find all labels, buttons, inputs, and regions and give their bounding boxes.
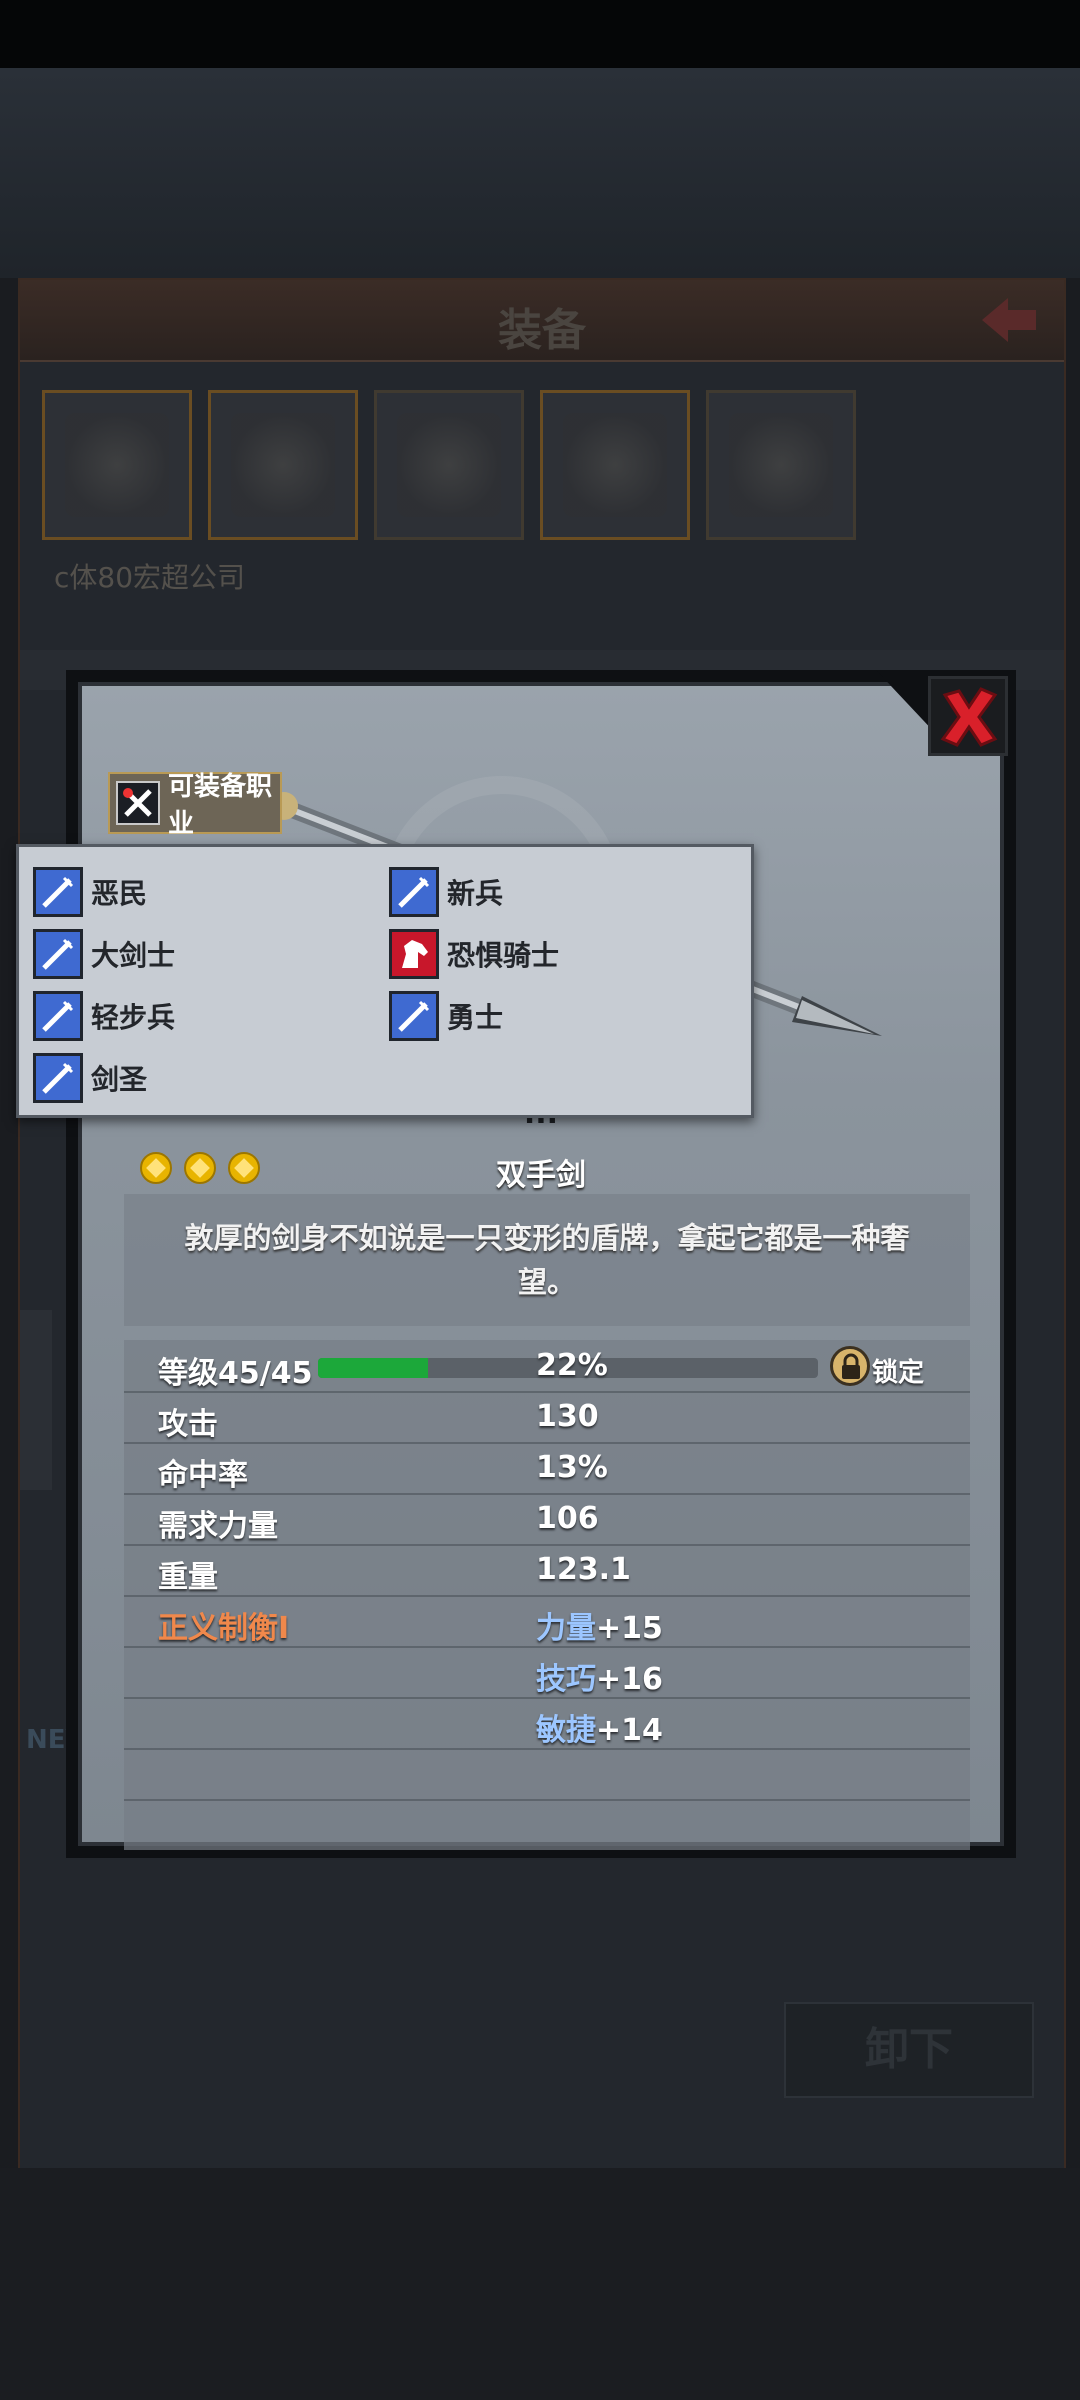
class-name: 轻步兵 [91,1001,176,1034]
equipment-title: 装备 [498,305,586,356]
equipment-slot-weapon[interactable] [42,390,192,540]
set-bonus-value: 技巧+16 [536,1654,663,1698]
class-name: 勇士 [447,1001,504,1034]
equipment-slot-helmet[interactable] [374,390,524,540]
sword-icon [33,929,83,979]
level-label: 等级45/45 [158,1356,313,1391]
class-name: 新兵 [447,877,504,910]
classes-icon [116,781,160,825]
lock-icon[interactable] [830,1346,870,1386]
set-bonus-name: 正义制衡I [158,1611,290,1646]
sword-icon [389,867,439,917]
close-icon [940,687,998,747]
stat-name: 攻击 [158,1407,218,1442]
stat-value: 106 [536,1501,599,1536]
sword-icon [389,991,439,1041]
stat-value: 13% [536,1450,608,1485]
class-name: 恐惧骑士 [447,939,560,972]
class-item: 恐惧骑士 [389,929,559,979]
set-bonus-value: 力量+15 [536,1603,663,1647]
empty-row [124,1748,970,1801]
set-bonus-attr: 力量 [536,1611,596,1646]
equipment-header: 装备 [20,280,1064,362]
set-bonus-attr: 技巧 [536,1662,596,1697]
level-progress-fill [318,1358,428,1378]
item-type: 双手剑 [496,1158,586,1193]
lock-label[interactable]: 锁定 [872,1352,924,1389]
stat-value: 130 [536,1399,599,1434]
level-row: 等级45/45 22% 锁定 [124,1340,970,1393]
sword-icon [33,1053,83,1103]
side-tab[interactable] [20,1310,52,1490]
back-arrow-icon[interactable] [974,290,1044,350]
class-item: 剑圣 [33,1053,147,1103]
class-name: 大剑士 [91,939,176,972]
set-bonus-amount: +15 [596,1611,663,1646]
stat-name: 重量 [158,1560,218,1595]
set-bonus-value: 敏捷+14 [536,1705,663,1749]
stat-row: 重量 123.1 [124,1544,970,1597]
equipment-slot-boots[interactable] [706,390,856,540]
close-button[interactable] [928,676,1008,756]
status-bar [0,0,1080,68]
sword-icon [33,991,83,1041]
class-name: 恶民 [91,877,148,910]
background-band [0,68,1080,278]
item-description: 敦厚的剑身不如说是一只变形的盾牌，拿起它都是一种奢望。 [124,1194,970,1326]
equippable-classes-popup: 恶民 新兵 大剑士 恐惧骑士 轻步兵 勇士 剑圣 [16,844,754,1118]
stat-row: 需求力量 106 [124,1493,970,1546]
set-bonus-row: 正义制衡I 力量+15 [124,1595,970,1648]
set-bonus-amount: +14 [596,1713,663,1748]
stat-value: 123.1 [536,1552,631,1587]
horse-icon [389,929,439,979]
class-item: 恶民 [33,867,147,917]
class-name: 剑圣 [91,1063,148,1096]
set-bonus-attr: 敏捷 [536,1713,596,1748]
set-bonus-row: 技巧+16 [124,1646,970,1699]
stat-name: 命中率 [158,1458,248,1493]
equipment-note: c体80宏超公司 [54,561,246,594]
class-item: 轻步兵 [33,991,175,1041]
class-item: 新兵 [389,867,503,917]
stat-row: 命中率 13% [124,1442,970,1495]
set-bonus-amount: +16 [596,1662,663,1697]
stat-name: 需求力量 [158,1509,278,1544]
stat-row: 攻击 130 [124,1391,970,1444]
class-item: 大剑士 [33,929,175,979]
class-item: 勇士 [389,991,503,1041]
equippable-classes-button[interactable]: 可装备职业 [108,772,282,839]
unequip-button[interactable]: 卸下 [784,2002,1034,2098]
item-stats: 等级45/45 22% 锁定 攻击 130 命中率 13% 需求力量 106 重… [124,1340,970,1850]
sword-icon [33,867,83,917]
level-progress-text: 22% [536,1348,608,1383]
equipment-slots [42,390,856,540]
set-bonus-row: 敏捷+14 [124,1697,970,1750]
equippable-classes-label: 可装备职业 [168,772,273,839]
equipment-slot-offhand[interactable] [208,390,358,540]
equipment-slot-armor[interactable] [540,390,690,540]
bottom-shade [0,2168,1080,2400]
